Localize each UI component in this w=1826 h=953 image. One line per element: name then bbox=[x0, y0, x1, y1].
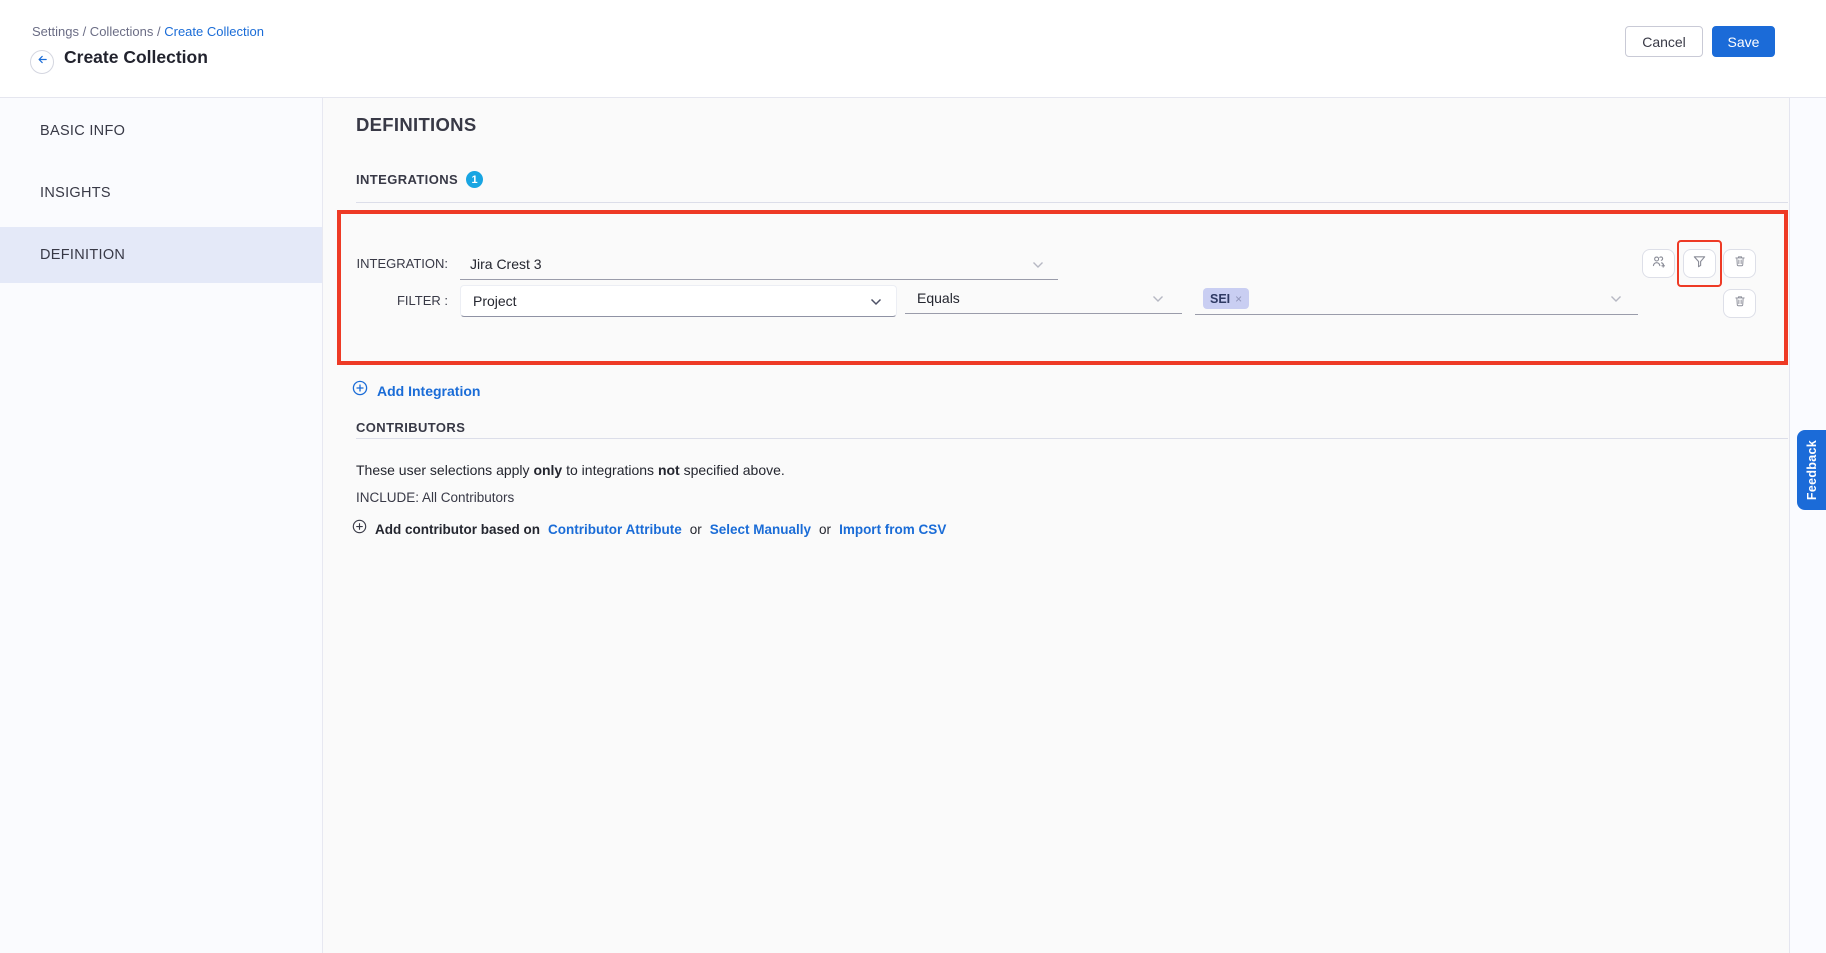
add-integration-button[interactable]: Add Integration bbox=[352, 380, 480, 401]
page-title: Create Collection bbox=[64, 47, 208, 68]
integrations-header: INTEGRATIONS 1 bbox=[356, 171, 483, 188]
integrations-count-badge: 1 bbox=[466, 171, 483, 188]
breadcrumb-current[interactable]: Create Collection bbox=[164, 24, 264, 39]
back-arrow-icon bbox=[36, 53, 49, 71]
save-button[interactable]: Save bbox=[1712, 26, 1775, 57]
tag-remove-icon[interactable]: × bbox=[1235, 293, 1242, 305]
delete-integration-button[interactable] bbox=[1723, 249, 1756, 278]
filter-operator-select[interactable]: Equals bbox=[905, 283, 1182, 314]
include-contributors-line: INCLUDE: All Contributors bbox=[356, 490, 514, 505]
note-text: These user selections apply bbox=[356, 462, 533, 478]
select-manually-link[interactable]: Select Manually bbox=[710, 522, 811, 537]
create-collection-page: Settings / Collections / Create Collecti… bbox=[0, 0, 1826, 953]
or-text: or bbox=[690, 522, 702, 537]
filter-button[interactable] bbox=[1683, 249, 1716, 278]
add-contributor-row: Add contributor based on Contributor Att… bbox=[352, 519, 946, 539]
manage-contributors-button[interactable] bbox=[1642, 249, 1675, 278]
or-text: or bbox=[819, 522, 831, 537]
plus-circle-icon bbox=[352, 380, 368, 401]
integration-field-label: INTEGRATION: bbox=[341, 256, 448, 272]
integrations-label: INTEGRATIONS bbox=[356, 172, 458, 187]
plus-circle-icon bbox=[352, 519, 367, 539]
contributors-note: These user selections apply only to inte… bbox=[356, 462, 785, 478]
funnel-filter-icon bbox=[1692, 254, 1707, 274]
delete-filter-button[interactable] bbox=[1723, 289, 1756, 318]
page-header: Settings / Collections / Create Collecti… bbox=[0, 0, 1826, 98]
tag-label: SEI bbox=[1210, 292, 1230, 306]
trash-icon bbox=[1733, 254, 1747, 273]
add-people-icon bbox=[1651, 254, 1666, 274]
contributor-attribute-link[interactable]: Contributor Attribute bbox=[548, 522, 682, 537]
settings-sidebar: BASIC INFO INSIGHTS DEFINITION bbox=[0, 98, 323, 953]
breadcrumb: Settings / Collections / Create Collecti… bbox=[32, 24, 264, 39]
feedback-tab-label: Feedback bbox=[1805, 440, 1819, 500]
sidebar-item-basic-info[interactable]: BASIC INFO bbox=[0, 103, 322, 159]
contributors-divider bbox=[356, 438, 1788, 439]
filter-operator-value: Equals bbox=[905, 290, 960, 306]
note-text: specified above. bbox=[680, 462, 785, 478]
breadcrumb-prefix[interactable]: Settings / Collections / bbox=[32, 24, 164, 39]
contributors-label: CONTRIBUTORS bbox=[356, 420, 465, 435]
integration-row-highlight-box: INTEGRATION: Jira Crest 3 FILTER : Proje… bbox=[337, 210, 1788, 365]
integration-select[interactable]: Jira Crest 3 bbox=[460, 250, 1058, 280]
back-button[interactable] bbox=[30, 50, 54, 74]
chevron-down-icon bbox=[1152, 295, 1164, 303]
filter-value-tag: SEI × bbox=[1203, 288, 1249, 309]
cancel-button[interactable]: Cancel bbox=[1625, 26, 1703, 57]
integration-select-value: Jira Crest 3 bbox=[460, 256, 542, 272]
filter-value-select[interactable]: SEI × bbox=[1195, 283, 1638, 315]
feedback-tab[interactable]: Feedback bbox=[1797, 430, 1826, 510]
integrations-divider bbox=[356, 202, 1788, 203]
note-bold: only bbox=[533, 462, 562, 478]
page-background-strip bbox=[1790, 98, 1826, 953]
chevron-down-icon bbox=[1610, 295, 1622, 303]
chevron-down-icon bbox=[870, 298, 882, 306]
import-from-csv-link[interactable]: Import from CSV bbox=[839, 522, 946, 537]
trash-icon bbox=[1733, 294, 1747, 313]
note-bold: not bbox=[658, 462, 680, 478]
note-text: to integrations bbox=[562, 462, 658, 478]
definitions-heading: DEFINITIONS bbox=[356, 114, 476, 136]
filter-field-select[interactable]: Project bbox=[460, 285, 897, 317]
add-contributor-label: Add contributor based on bbox=[375, 522, 540, 537]
sidebar-item-definition[interactable]: DEFINITION bbox=[0, 227, 322, 283]
chevron-down-icon bbox=[1032, 261, 1044, 269]
sidebar-item-insights[interactable]: INSIGHTS bbox=[0, 165, 322, 221]
filter-field-label: FILTER : bbox=[341, 293, 448, 309]
add-integration-label: Add Integration bbox=[377, 383, 480, 399]
filter-field-value: Project bbox=[461, 293, 517, 309]
